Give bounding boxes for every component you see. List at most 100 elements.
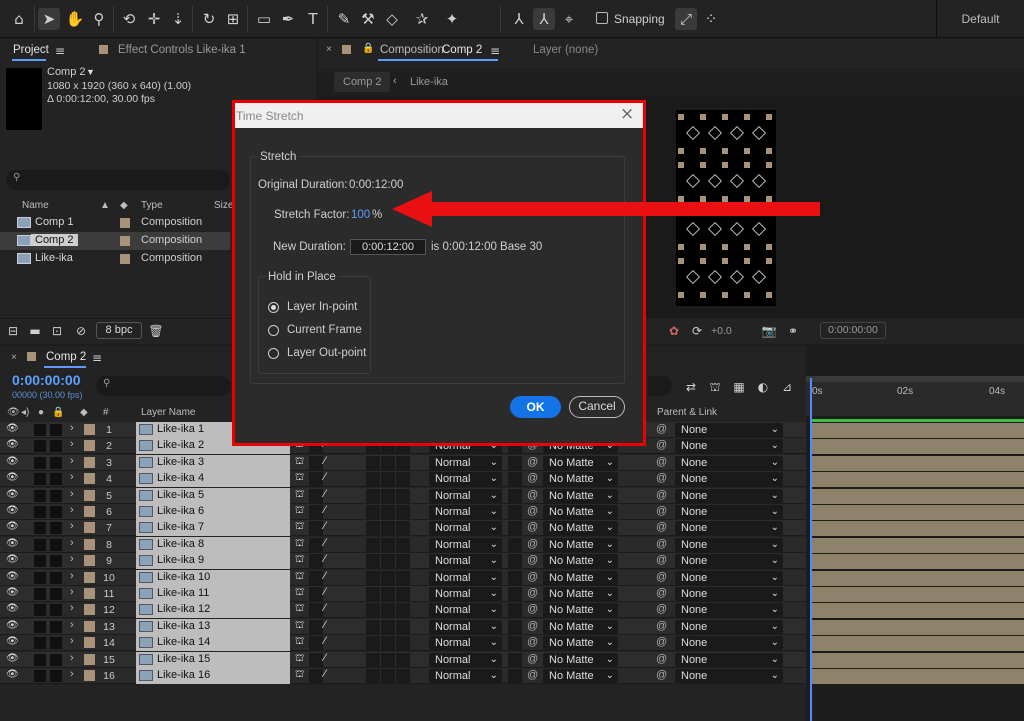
parent-select[interactable]: None ⌄	[675, 570, 783, 585]
graph-editor-icon[interactable]: ⊿	[776, 376, 798, 398]
chevron-right-icon[interactable]: ›	[70, 504, 74, 516]
ok-button[interactable]: OK	[510, 396, 561, 418]
eye-icon[interactable]: 👁	[6, 669, 19, 680]
matte-link-icon[interactable]: @	[527, 554, 538, 566]
layer-bar[interactable]	[812, 488, 1024, 504]
col-name[interactable]: Name	[22, 200, 49, 211]
view-axis-icon[interactable]: ⌖	[558, 8, 580, 30]
switch-box[interactable]	[366, 554, 380, 569]
mode-select[interactable]: Normal⌄	[429, 652, 502, 667]
pickwhip-icon[interactable]: @	[656, 554, 667, 566]
layer-bar[interactable]	[812, 652, 1024, 668]
chevron-right-icon[interactable]: ›	[70, 619, 74, 631]
switch-box[interactable]	[309, 521, 323, 536]
label-swatch[interactable]	[84, 489, 95, 501]
cancel-button[interactable]: Cancel	[569, 396, 625, 418]
quality-switch-icon[interactable]: ⁄	[324, 570, 326, 582]
label-swatch[interactable]	[84, 588, 95, 599]
shy-switch-icon[interactable]: ⛫	[295, 620, 304, 633]
matte-select[interactable]: No Matte⌄	[543, 521, 618, 536]
layer-row[interactable]: 👁 › 9 Like-ika 9 ⛫ ⁄ Normal ⌄ @ No Matte ⌄ @ None ⌄	[0, 553, 806, 570]
pan-behind-tool-icon[interactable]: ⊞	[222, 8, 244, 30]
matte-select[interactable]: No Matte⌄	[543, 636, 618, 651]
solo-box[interactable]	[34, 489, 46, 502]
parent-select[interactable]: None ⌄	[675, 603, 783, 618]
switch-box[interactable]	[309, 619, 323, 634]
pickwhip-icon[interactable]: @	[656, 521, 667, 533]
tab-effect-controls[interactable]: Effect Controls Like-ika 1	[118, 44, 246, 56]
label-swatch[interactable]	[84, 538, 95, 550]
switch-box[interactable]	[366, 488, 380, 503]
channel-icon[interactable]: ✿	[663, 320, 685, 342]
brush-tool-icon[interactable]: ✎	[333, 8, 355, 30]
switch-box[interactable]	[366, 521, 380, 536]
pickwhip-icon[interactable]: @	[656, 456, 667, 468]
parent-select[interactable]: None ⌄	[675, 537, 783, 552]
parent-select[interactable]: None ⌄	[675, 472, 783, 487]
layer-bar[interactable]	[812, 439, 1024, 455]
radio-layer-out-point[interactable]	[268, 348, 279, 359]
switch-box[interactable]	[381, 619, 395, 634]
switch-box[interactable]	[508, 570, 522, 585]
matte-link-icon[interactable]: @	[527, 636, 538, 648]
mode-select[interactable]: Normal⌄	[429, 537, 502, 552]
layer-row[interactable]: 👁 › 11 Like-ika 11 ⛫ ⁄ Normal ⌄ @ No Matte ⌄ @ None ⌄	[0, 586, 806, 602]
world-axis-icon[interactable]: ⅄	[533, 8, 555, 30]
comp-dropdown-icon[interactable]: ▼	[86, 67, 95, 77]
timeline-search-input[interactable]	[96, 376, 231, 396]
mode-select[interactable]: Normal⌄	[429, 472, 502, 487]
radio-layer-in-point[interactable]	[268, 302, 279, 313]
close-icon[interactable]: ×	[11, 352, 17, 363]
puppet-pin-icon[interactable]: ✦	[441, 8, 463, 30]
option-label[interactable]: Current Frame	[287, 324, 362, 336]
switch-box[interactable]	[309, 603, 323, 618]
switch-box[interactable]	[381, 455, 395, 470]
layer-bar[interactable]	[812, 521, 1024, 537]
switch-box[interactable]	[381, 554, 395, 569]
lock-box[interactable]	[50, 456, 62, 469]
switch-box[interactable]	[508, 603, 522, 618]
layer-row[interactable]: 👁 › 12 Like-ika 12 ⛫ ⁄ Normal ⌄ @ No Matte ⌄ @ None ⌄	[0, 602, 806, 619]
pan-camera-icon[interactable]: ✛	[143, 8, 165, 30]
parent-select[interactable]: None ⌄	[675, 636, 783, 651]
switch-box[interactable]	[396, 505, 410, 519]
matte-link-icon[interactable]: @	[527, 538, 538, 550]
shy-switch-icon[interactable]: ⛫	[295, 505, 304, 518]
eye-icon[interactable]: 👁	[6, 538, 19, 549]
show-snapshot-icon[interactable]: ⚭	[782, 320, 804, 342]
matte-select[interactable]: No Matte⌄	[543, 488, 618, 503]
chevron-right-icon[interactable]: ›	[70, 553, 74, 565]
mode-select[interactable]: Normal⌄	[429, 669, 502, 683]
quality-switch-icon[interactable]: ⁄	[324, 668, 326, 680]
switch-box[interactable]	[366, 537, 380, 552]
shy-switch-icon[interactable]: ⛫	[295, 587, 304, 600]
matte-select[interactable]: No Matte⌄	[543, 455, 618, 470]
timeline-timecode[interactable]: 0:00:00:00	[12, 372, 81, 388]
layer-bar[interactable]	[812, 619, 1024, 635]
switch-box[interactable]	[309, 652, 323, 667]
lock-box[interactable]	[50, 555, 62, 568]
switch-box[interactable]	[309, 636, 323, 651]
local-axis-icon[interactable]: ⅄	[508, 8, 530, 30]
chevron-right-icon[interactable]: ›	[70, 520, 74, 532]
eye-icon[interactable]: 👁	[6, 636, 19, 647]
switch-box[interactable]	[381, 603, 395, 618]
lock-box[interactable]	[50, 670, 62, 682]
chevron-right-icon[interactable]: ›	[70, 422, 74, 434]
tab-layer[interactable]: Layer (none)	[533, 44, 598, 56]
solo-box[interactable]	[34, 555, 46, 568]
roto-brush-icon[interactable]: ✰	[411, 8, 433, 30]
rotation-tool-icon[interactable]: ↻	[198, 8, 220, 30]
layer-row[interactable]: 👁 › 14 Like-ika 14 ⛫ ⁄ Normal ⌄ @ No Matte ⌄ @ None ⌄	[0, 635, 806, 652]
label-swatch[interactable]	[84, 653, 95, 665]
eye-icon[interactable]: 👁	[6, 505, 19, 516]
selection-tool-icon[interactable]: ➤	[38, 8, 60, 30]
mode-select[interactable]: Normal⌄	[429, 603, 502, 618]
parent-select[interactable]: None ⌄	[675, 439, 783, 454]
label-swatch[interactable]	[84, 604, 95, 616]
shy-switch-icon[interactable]: ⛫	[295, 571, 304, 584]
switch-box[interactable]	[381, 570, 395, 585]
playhead[interactable]	[810, 378, 812, 721]
switch-box[interactable]	[508, 472, 522, 487]
switch-box[interactable]	[309, 455, 323, 470]
